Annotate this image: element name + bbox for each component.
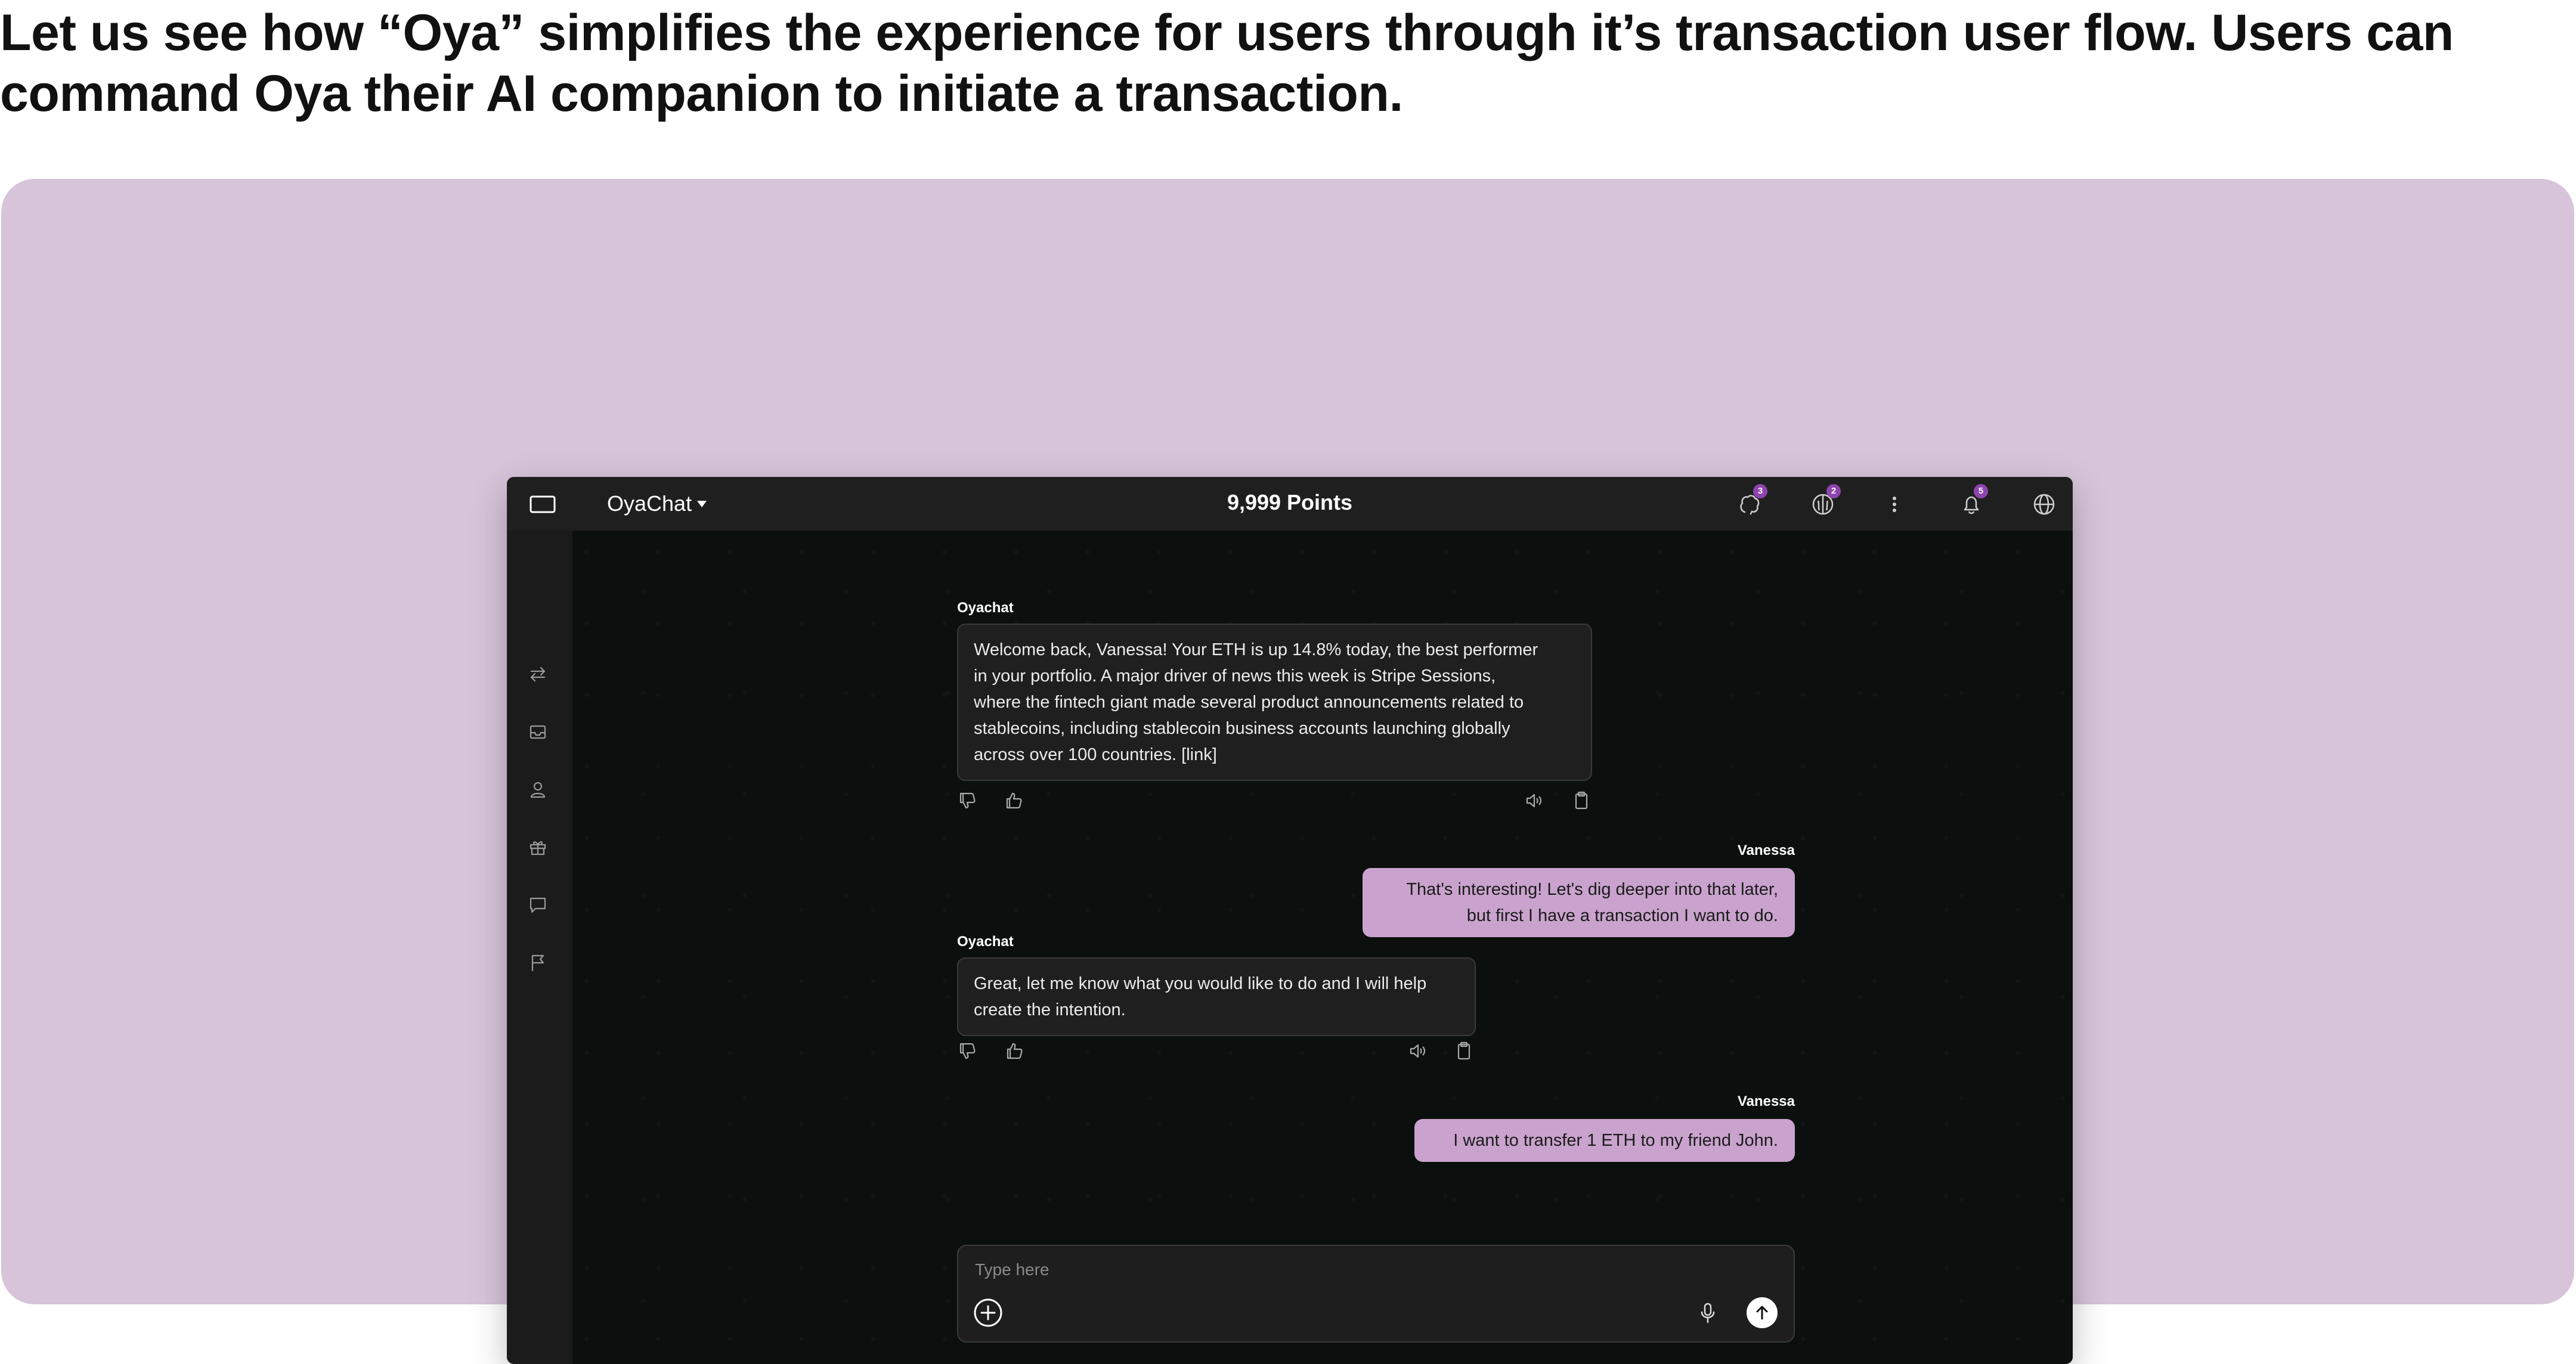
message-line: across over 100 countries. [link]: [974, 745, 1217, 764]
chat-area: Oyachat Welcome back, Vanessa! Your ETH …: [572, 531, 2073, 1364]
globe-icon[interactable]: [2032, 492, 2056, 516]
message-composer: [957, 1245, 1795, 1343]
caret-down-icon: [696, 500, 707, 508]
swap-icon[interactable]: [528, 664, 548, 684]
send-button[interactable]: [1747, 1297, 1778, 1328]
face-badge: 2: [1826, 484, 1841, 498]
speaker-icon[interactable]: [1524, 790, 1544, 811]
message-line: stablecoins, including stablecoin busine…: [974, 719, 1510, 738]
speaker-icon[interactable]: [1408, 1041, 1428, 1061]
brain-badge: 3: [1753, 484, 1767, 498]
message-sender: Vanessa: [1737, 1093, 1795, 1109]
sidebar: [507, 531, 572, 1364]
sidebar-toggle-icon[interactable]: [530, 495, 556, 513]
thumbs-down-icon[interactable]: [957, 790, 977, 811]
message-sender: Vanessa: [1737, 842, 1795, 858]
oyachat-app-window: OyaChat 9,999 Points 3 2 5 Oyachat Welco…: [507, 477, 2073, 1364]
message-line: where the fintech giant made several pro…: [974, 693, 1524, 712]
message-line: in your portfolio. A major driver of new…: [974, 666, 1496, 686]
user-message-bubble: I want to transfer 1 ETH to my friend Jo…: [1414, 1119, 1795, 1162]
inbox-icon[interactable]: [528, 722, 548, 742]
user-icon[interactable]: [528, 780, 548, 800]
message-line: but first I have a transaction I want to…: [1466, 906, 1778, 925]
bot-message-bubble: Great, let me know what you would like t…: [957, 957, 1476, 1036]
chat-icon[interactable]: [528, 895, 548, 915]
message-input[interactable]: [974, 1254, 1751, 1285]
message-sender: Oyachat: [957, 934, 1014, 950]
message-line: Great, let me know what you would like t…: [974, 974, 1427, 993]
message-line: create the intention.: [974, 1000, 1126, 1019]
gift-icon[interactable]: [528, 837, 548, 857]
message-sender: Oyachat: [957, 600, 1014, 616]
bell-badge: 5: [1974, 484, 1988, 498]
clipboard-icon[interactable]: [1454, 1041, 1474, 1061]
flag-icon[interactable]: [528, 953, 548, 973]
bot-message-bubble: Welcome back, Vanessa! Your ETH is up 14…: [957, 624, 1592, 781]
brand-name: OyaChat: [607, 491, 692, 516]
message-line: That's interesting! Let's dig deeper int…: [1406, 880, 1778, 899]
message-line: I want to transfer 1 ETH to my friend Jo…: [1453, 1131, 1778, 1150]
message-line: Welcome back, Vanessa! Your ETH is up 14…: [974, 640, 1538, 659]
clipboard-icon[interactable]: [1571, 790, 1592, 811]
thumbs-up-icon[interactable]: [1004, 790, 1024, 811]
add-icon[interactable]: [973, 1297, 1004, 1328]
thumbs-down-icon[interactable]: [957, 1041, 977, 1061]
showcase-panel: OyaChat 9,999 Points 3 2 5 Oyachat Welco…: [1, 179, 2574, 1364]
more-icon[interactable]: [1891, 494, 1898, 515]
arrow-up-icon: [1753, 1303, 1772, 1322]
page-headline: Let us see how “Oya” simplifies the expe…: [0, 4, 2454, 122]
user-message-bubble: That's interesting! Let's dig deeper int…: [1363, 868, 1795, 937]
top-bar: OyaChat 9,999 Points 3 2 5: [507, 477, 2073, 531]
microphone-icon[interactable]: [1696, 1301, 1720, 1325]
thumbs-up-icon[interactable]: [1004, 1041, 1024, 1061]
